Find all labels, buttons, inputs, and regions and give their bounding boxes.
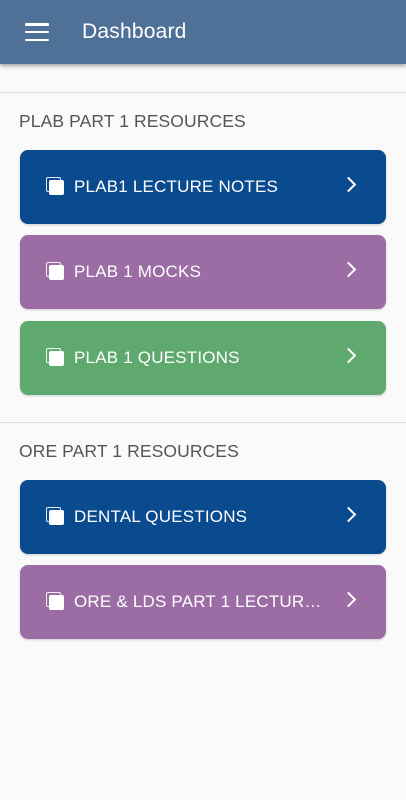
- app-bar: Dashboard: [0, 0, 406, 64]
- section-divider: [0, 422, 406, 423]
- library-books-icon: [46, 262, 66, 282]
- card-label: PLAB 1 QUESTIONS: [74, 348, 240, 367]
- card-plab1-mocks[interactable]: PLAB 1 MOCKS: [20, 235, 386, 309]
- section-divider: [0, 92, 406, 93]
- chevron-right-icon: [340, 591, 357, 608]
- library-books-icon: [46, 177, 66, 197]
- card-label: PLAB1 LECTURE NOTES: [74, 177, 279, 196]
- chevron-right-icon: [340, 176, 357, 193]
- section-title-ore: ORE PART 1 RESOURCES: [19, 441, 239, 461]
- section-title-plab: PLAB PART 1 RESOURCES: [19, 111, 246, 131]
- chevron-right-icon: [340, 506, 357, 523]
- library-books-icon: [46, 592, 66, 612]
- library-books-icon: [46, 348, 66, 368]
- card-label: DENTAL QUESTIONS: [74, 507, 248, 526]
- page-title: Dashboard: [82, 20, 187, 43]
- menu-icon[interactable]: [25, 23, 49, 41]
- card-plab1-lecture-notes[interactable]: PLAB1 LECTURE NOTES: [20, 150, 386, 224]
- card-label: PLAB 1 MOCKS: [74, 262, 202, 281]
- card-ore-lds-lecture-notes[interactable]: ORE & LDS PART 1 LECTURE NOTES: [20, 565, 386, 639]
- library-books-icon: [46, 507, 66, 527]
- chevron-right-icon: [340, 347, 357, 364]
- chevron-right-icon: [340, 261, 357, 278]
- card-label: ORE & LDS PART 1 LECTURE NOTES: [74, 592, 322, 611]
- card-dental-questions[interactable]: DENTAL QUESTIONS: [20, 480, 386, 554]
- card-plab1-questions[interactable]: PLAB 1 QUESTIONS: [20, 321, 386, 395]
